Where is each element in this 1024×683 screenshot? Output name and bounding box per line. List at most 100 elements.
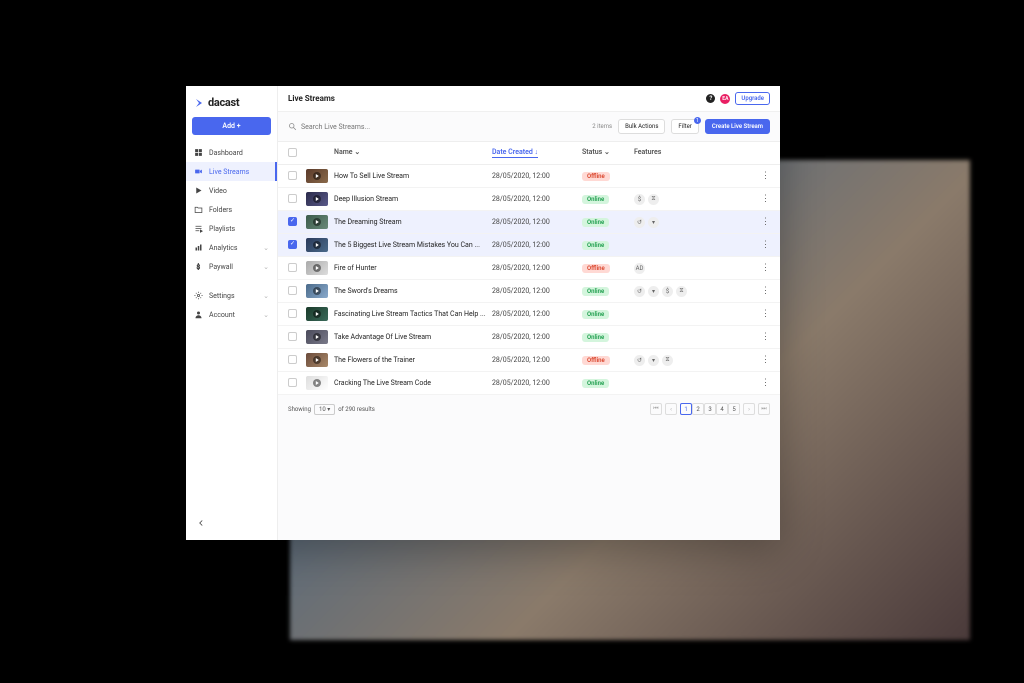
stream-name[interactable]: The Sword's Dreams	[334, 287, 492, 295]
svg-text:$: $	[197, 264, 201, 271]
logo: dacast	[186, 86, 277, 117]
select-all-checkbox[interactable]	[288, 148, 297, 157]
stream-name[interactable]: The 5 Biggest Live Stream Mistakes You C…	[334, 241, 492, 249]
nav-playlists[interactable]: Playlists	[186, 219, 277, 238]
row-checkbox[interactable]	[288, 309, 297, 318]
stream-name[interactable]: Cracking The Live Stream Code	[334, 379, 492, 387]
row-checkbox[interactable]	[288, 217, 297, 226]
stream-name[interactable]: How To Sell Live Stream	[334, 172, 492, 180]
table-row[interactable]: The 5 Biggest Live Stream Mistakes You C…	[278, 234, 780, 257]
stream-name[interactable]: Deep Illusion Stream	[334, 195, 492, 203]
row-checkbox[interactable]	[288, 332, 297, 341]
stream-thumbnail[interactable]	[306, 353, 328, 367]
table-row[interactable]: Deep Illusion Stream28/05/2020, 12:00Onl…	[278, 188, 780, 211]
nav-account[interactable]: Account ⌄	[186, 305, 277, 324]
collapse-sidebar-button[interactable]	[186, 508, 277, 540]
row-menu-button[interactable]: ⋮	[761, 378, 770, 388]
row-menu-button[interactable]: ⋮	[761, 194, 770, 204]
page-number[interactable]: 3	[704, 403, 716, 415]
status-badge: Online	[582, 195, 609, 204]
stream-date: 28/05/2020, 12:00	[492, 218, 582, 226]
column-name[interactable]: Name ⌄	[334, 148, 492, 159]
stream-name[interactable]: The Dreaming Stream	[334, 218, 492, 226]
page-next[interactable]: ›	[743, 403, 755, 415]
column-date[interactable]: Date Created ↓	[492, 148, 582, 159]
upgrade-button[interactable]: Upgrade	[735, 92, 770, 105]
stream-thumbnail[interactable]	[306, 215, 328, 229]
nav-paywall[interactable]: $ Paywall ⌄	[186, 257, 277, 276]
row-checkbox[interactable]	[288, 286, 297, 295]
stream-thumbnail[interactable]	[306, 376, 328, 390]
gear-icon	[194, 291, 203, 300]
row-menu-button[interactable]: ⋮	[761, 286, 770, 296]
page-number[interactable]: 4	[716, 403, 728, 415]
table-row[interactable]: How To Sell Live Stream28/05/2020, 12:00…	[278, 165, 780, 188]
row-checkbox[interactable]	[288, 171, 297, 180]
nav-video[interactable]: Video	[186, 181, 277, 200]
dashboard-icon	[194, 148, 203, 157]
page-prev[interactable]: ‹	[665, 403, 677, 415]
row-menu-button[interactable]: ⋮	[761, 217, 770, 227]
feature-badge: $	[662, 286, 673, 297]
row-menu-button[interactable]: ⋮	[761, 332, 770, 342]
column-status[interactable]: Status ⌄	[582, 148, 634, 159]
table-row[interactable]: The Dreaming Stream28/05/2020, 12:00Onli…	[278, 211, 780, 234]
nav-dashboard[interactable]: Dashboard	[186, 143, 277, 162]
page-number[interactable]: 2	[692, 403, 704, 415]
row-menu-button[interactable]: ⋮	[761, 171, 770, 181]
create-live-stream-button[interactable]: Create Live Stream	[705, 119, 770, 134]
table-row[interactable]: The Flowers of the Trainer28/05/2020, 12…	[278, 349, 780, 372]
stream-thumbnail[interactable]	[306, 330, 328, 344]
nav-label: Dashboard	[209, 149, 243, 157]
stream-thumbnail[interactable]	[306, 284, 328, 298]
table-row[interactable]: Cracking The Live Stream Code28/05/2020,…	[278, 372, 780, 395]
stream-thumbnail[interactable]	[306, 238, 328, 252]
row-menu-button[interactable]: ⋮	[761, 309, 770, 319]
stream-thumbnail[interactable]	[306, 261, 328, 275]
filter-button[interactable]: Filter 1	[671, 119, 698, 134]
nav-analytics[interactable]: Analytics ⌄	[186, 238, 277, 257]
row-menu-button[interactable]: ⋮	[761, 263, 770, 273]
stream-name[interactable]: Fascinating Live Stream Tactics That Can…	[334, 310, 492, 318]
table-row[interactable]: Fire of Hunter28/05/2020, 12:00OfflineAD…	[278, 257, 780, 280]
table-row[interactable]: The Sword's Dreams28/05/2020, 12:00Onlin…	[278, 280, 780, 303]
status-badge: Offline	[582, 356, 610, 365]
feature-badge: ▾	[648, 355, 659, 366]
feature-badge: ▾	[648, 217, 659, 228]
stream-date: 28/05/2020, 12:00	[492, 264, 582, 272]
row-checkbox[interactable]	[288, 240, 297, 249]
page-first[interactable]: ⏮	[650, 403, 662, 415]
table-row[interactable]: Take Advantage Of Live Stream28/05/2020,…	[278, 326, 780, 349]
play-icon	[194, 186, 203, 195]
stream-thumbnail[interactable]	[306, 169, 328, 183]
avatar[interactable]: EA	[720, 94, 730, 104]
sort-icon: ⌄	[604, 148, 610, 156]
row-checkbox[interactable]	[288, 378, 297, 387]
nav-label: Analytics	[209, 244, 238, 252]
stream-name[interactable]: Take Advantage Of Live Stream	[334, 333, 492, 341]
row-checkbox[interactable]	[288, 263, 297, 272]
row-checkbox[interactable]	[288, 355, 297, 364]
per-page-select[interactable]: 10 ▾	[314, 404, 335, 415]
page-number[interactable]: 5	[728, 403, 740, 415]
stream-name[interactable]: Fire of Hunter	[334, 264, 492, 272]
stream-thumbnail[interactable]	[306, 192, 328, 206]
page-last[interactable]: ⏭	[758, 403, 770, 415]
playlist-icon	[194, 224, 203, 233]
help-icon[interactable]: ?	[706, 94, 715, 103]
nav-folders[interactable]: Folders	[186, 200, 277, 219]
search-input[interactable]	[301, 123, 421, 131]
row-menu-button[interactable]: ⋮	[761, 240, 770, 250]
bulk-actions-button[interactable]: Bulk Actions	[618, 119, 665, 134]
search-box[interactable]	[288, 122, 586, 131]
table-row[interactable]: Fascinating Live Stream Tactics That Can…	[278, 303, 780, 326]
nav-live-streams[interactable]: Live Streams	[186, 162, 277, 181]
page-number[interactable]: 1	[680, 403, 692, 415]
feature-badge: ↺	[634, 286, 645, 297]
row-menu-button[interactable]: ⋮	[761, 355, 770, 365]
nav-settings[interactable]: Settings ⌄	[186, 286, 277, 305]
add-button[interactable]: Add +	[192, 117, 271, 135]
row-checkbox[interactable]	[288, 194, 297, 203]
stream-thumbnail[interactable]	[306, 307, 328, 321]
stream-name[interactable]: The Flowers of the Trainer	[334, 356, 492, 364]
